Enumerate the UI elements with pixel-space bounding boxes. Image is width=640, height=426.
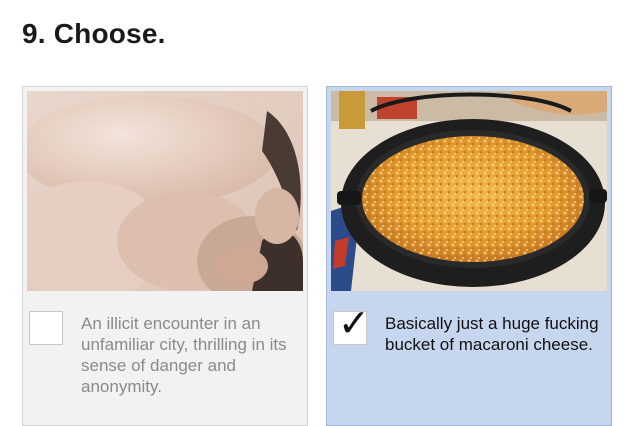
- option-checkbox-encounter[interactable]: [29, 311, 63, 345]
- option-card-encounter[interactable]: An illicit encounter in an unfamiliar ci…: [22, 86, 308, 426]
- option-caption-macaroni: Basically just a huge fucking bucket of …: [385, 314, 599, 354]
- option-card-macaroni[interactable]: ✓ Basically just a huge fucking bucket o…: [326, 86, 612, 426]
- question-title: 9. Choose.: [22, 18, 166, 49]
- checkmark-icon: ✓: [338, 301, 370, 345]
- option-checkbox-macaroni[interactable]: ✓: [333, 304, 370, 345]
- option-photo-macaroni: [331, 91, 607, 291]
- option-caption-encounter: An illicit encounter in an unfamiliar ci…: [81, 314, 287, 396]
- option-photo-couple: [27, 91, 303, 291]
